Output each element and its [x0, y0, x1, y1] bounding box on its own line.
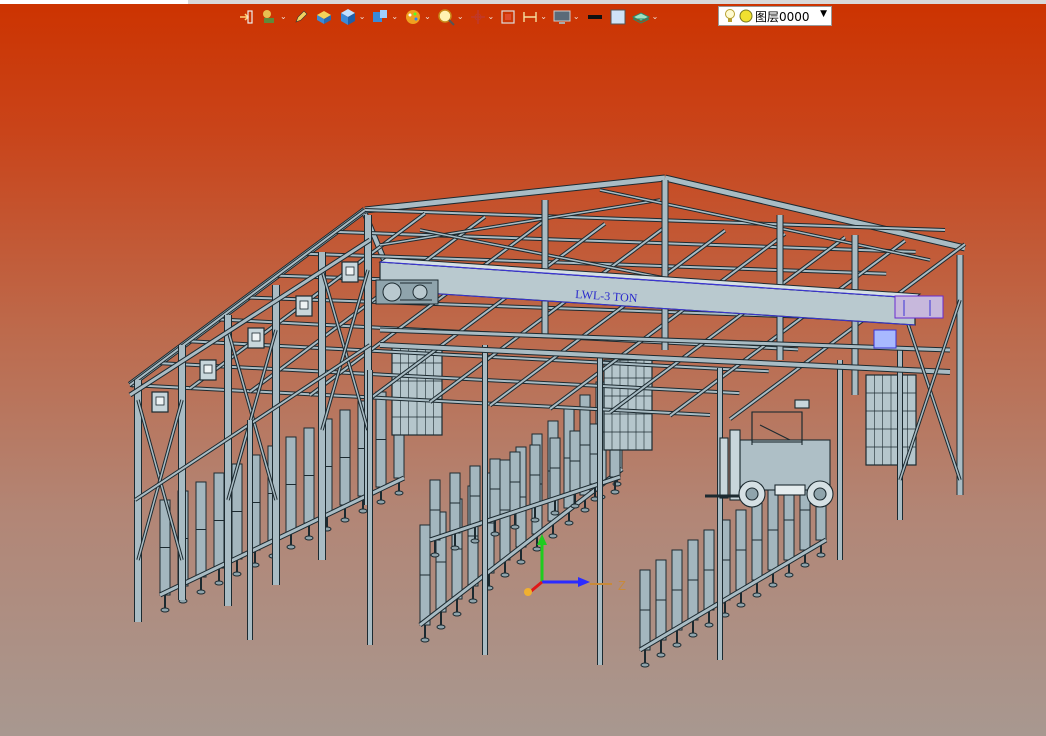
display-settings-button[interactable]: ⌄: [551, 6, 582, 28]
cube-display-icon: [340, 9, 355, 25]
warehouse-model[interactable]: LWL-3 TON Z: [0, 0, 1046, 736]
pencil-button[interactable]: [291, 6, 311, 28]
chevron-down-icon[interactable]: ▼: [820, 9, 827, 19]
layer-icon: [631, 12, 650, 24]
fit-view-button[interactable]: [498, 6, 518, 28]
fit-view-icon: [501, 10, 515, 24]
zoom-button[interactable]: ⌄: [435, 6, 466, 28]
snap-pen-icon: [263, 10, 274, 23]
layer-select[interactable]: 图层0000 ▼: [718, 6, 832, 26]
display-style-button[interactable]: ⌄: [337, 6, 368, 28]
snap-pen-button[interactable]: ⌄: [258, 6, 289, 28]
box-edit-icon: [316, 11, 331, 24]
section-icon: [523, 12, 537, 22]
pan-icon: [470, 10, 485, 24]
cube-view-icon: [373, 10, 388, 22]
view-toolbar: ⌄ ⌄ ⌄ ⌄ ⌄ ⌄ ⌄ ⌄ ⌄: [236, 5, 660, 29]
appearance-icon: [406, 10, 421, 24]
z-axis-label: Z: [618, 578, 626, 593]
line-color-icon: [587, 15, 602, 19]
layer-name: 图层0000: [755, 9, 810, 24]
zoom-icon: [438, 9, 455, 26]
coordinate-triad: Z: [524, 534, 626, 596]
line-color-button[interactable]: [584, 6, 606, 28]
box-edit-button[interactable]: [313, 6, 335, 28]
fill-color-button[interactable]: [608, 6, 628, 28]
exit-sketch-icon: [240, 10, 253, 24]
crane-hoist: [375, 279, 439, 305]
fill-color-icon: [610, 9, 626, 25]
layer-manager-button[interactable]: ⌄: [630, 6, 661, 28]
monitor-icon: [553, 10, 571, 24]
section-view-button[interactable]: ⌄: [520, 6, 549, 28]
view-orientation-button[interactable]: ⌄: [369, 6, 400, 28]
pencil-icon: [295, 10, 308, 23]
exit-sketch-button[interactable]: [236, 6, 256, 28]
appearance-button[interactable]: ⌄: [402, 6, 433, 28]
layer-color-icon: [739, 9, 753, 23]
bulb-icon: [725, 9, 735, 22]
crane-girder: LWL-3 TON: [378, 257, 922, 326]
pan-button[interactable]: ⌄: [468, 6, 497, 28]
